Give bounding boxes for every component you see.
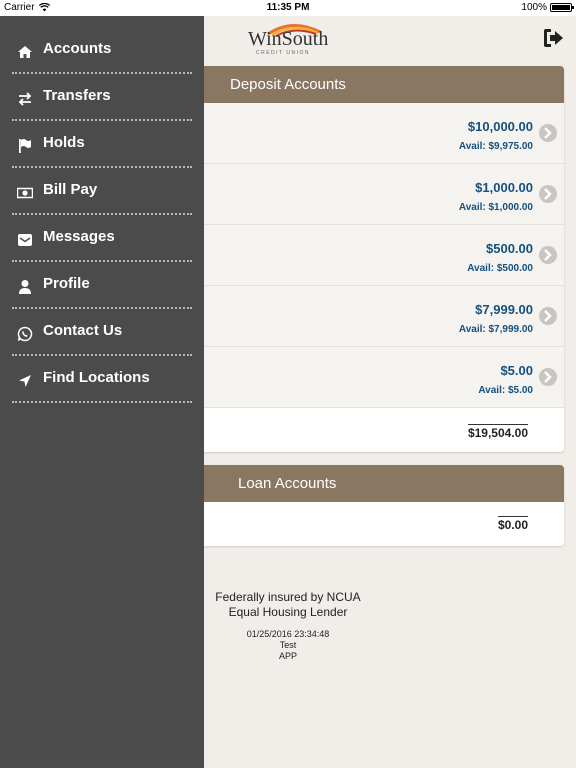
account-available: Avail: $500.00: [467, 263, 533, 274]
menu-item-find-locations[interactable]: Find Locations: [12, 357, 192, 403]
footer-env: Test: [279, 640, 297, 650]
footer-timestamp: 01/25/2016 23:34:48: [246, 629, 330, 639]
menu-label: Bill Pay: [43, 181, 98, 198]
footer-app: APP: [278, 651, 297, 661]
status-bar: Carrier 11:35 PM 100%: [0, 0, 576, 16]
footer-meta: 01/25/2016 23:34:48 Test APP: [200, 629, 376, 662]
menu-label: Accounts: [43, 40, 112, 57]
transfer-icon: [18, 92, 32, 106]
account-balance: $10,000.00: [467, 119, 533, 134]
loan-total: $0.00: [497, 516, 528, 532]
menu-label: Transfers: [43, 87, 111, 104]
menu-label: Profile: [43, 275, 90, 292]
user-icon: [19, 280, 31, 294]
account-available: Avail: $7,999.00: [458, 324, 533, 335]
account-balance: $500.00: [486, 241, 533, 256]
battery-percent: 100%: [521, 2, 547, 13]
account-available: Avail: $1,000.00: [458, 202, 533, 213]
account-available: Avail: $5.00: [478, 385, 533, 396]
home-icon: [18, 46, 32, 58]
menu-item-transfers[interactable]: Transfers: [12, 75, 192, 121]
chevron-right-icon[interactable]: [539, 246, 557, 264]
menu-item-bill-pay[interactable]: Bill Pay: [12, 169, 192, 215]
logo-subtitle: CREDIT UNION: [256, 50, 311, 56]
chevron-right-icon[interactable]: [539, 307, 557, 325]
menu-item-contact-us[interactable]: Contact Us: [12, 310, 192, 356]
flag-icon: [19, 139, 31, 153]
whatsapp-icon: [17, 326, 33, 342]
logo-name: WinSouth: [248, 28, 329, 50]
menu-label: Contact Us: [43, 322, 123, 339]
footer-disclaimer: Federally insured by NCUA Equal Housing …: [200, 590, 376, 620]
menu-label: Find Locations: [43, 369, 150, 386]
money-icon: [17, 187, 33, 199]
location-arrow-icon: [19, 375, 31, 387]
menu-label: Holds: [43, 134, 85, 151]
menu-item-holds[interactable]: Holds: [12, 122, 192, 168]
deposit-total: $19,504.00: [467, 424, 528, 440]
chevron-right-icon[interactable]: [539, 368, 557, 386]
chevron-right-icon[interactable]: [539, 124, 557, 142]
battery-icon: [550, 3, 574, 12]
account-available: Avail: $9,975.00: [458, 141, 533, 152]
status-right: 100%: [521, 2, 574, 13]
status-time: 11:35 PM: [266, 2, 310, 13]
menu-item-profile[interactable]: Profile: [12, 263, 192, 309]
account-balance: $5.00: [500, 363, 533, 378]
envelope-icon: [18, 234, 32, 246]
menu-item-messages[interactable]: Messages: [12, 216, 192, 262]
menu-label: Messages: [43, 228, 115, 245]
chevron-right-icon[interactable]: [539, 185, 557, 203]
account-balance: $7,999.00: [475, 302, 533, 317]
menu-item-accounts[interactable]: Accounts: [12, 28, 192, 74]
account-balance: $1,000.00: [475, 180, 533, 195]
ncua-notice: Federally insured by NCUA: [215, 590, 361, 604]
logout-icon[interactable]: [542, 28, 564, 48]
equal-housing-notice: Equal Housing Lender: [228, 605, 348, 619]
side-menu-drawer: Accounts Transfers Holds Bill Pay Messag…: [0, 16, 204, 768]
